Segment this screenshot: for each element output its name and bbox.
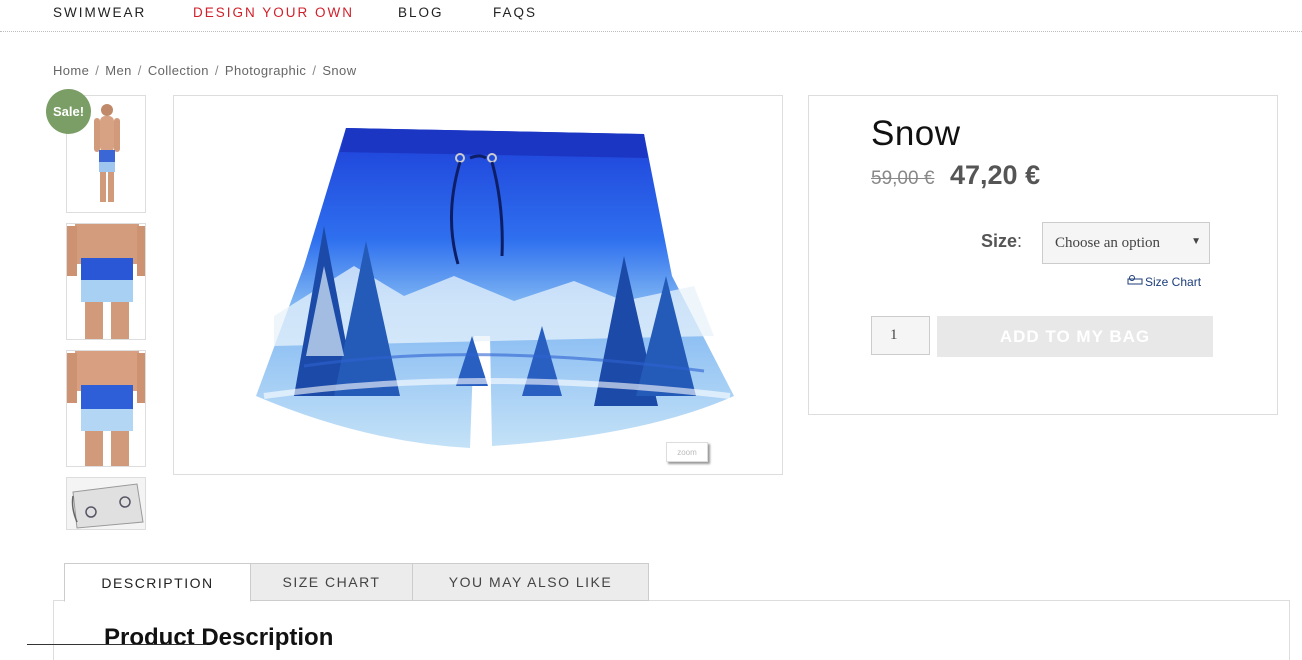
size-label-colon: : <box>1017 231 1023 251</box>
breadcrumb: Home / Men / Collection / Photographic / Snow <box>53 63 356 78</box>
size-label-text: Size <box>981 231 1018 251</box>
top-nav: SWIMWEAR DESIGN YOUR OWN BLOG FAQS <box>0 0 1302 32</box>
breadcrumb-separator: / <box>95 63 100 78</box>
breadcrumb-home[interactable]: Home <box>53 63 89 78</box>
breadcrumb-photographic[interactable]: Photographic <box>225 63 306 78</box>
quantity-input[interactable]: 1 <box>871 316 930 355</box>
model-image <box>67 224 145 339</box>
size-select-value: Choose an option <box>1055 234 1160 251</box>
zoom-button[interactable]: zoom <box>666 442 708 462</box>
size-chart-link[interactable]: Size Chart <box>1127 274 1201 289</box>
swim-shorts-image <box>256 128 734 448</box>
tab-description[interactable]: DESCRIPTION <box>64 563 251 602</box>
nav-swimwear[interactable]: SWIMWEAR <box>53 5 146 20</box>
breadcrumb-men[interactable]: Men <box>105 63 132 78</box>
panel-heading: Product Description <box>104 624 334 651</box>
nav-faqs[interactable]: FAQS <box>493 5 537 20</box>
sale-price: 47,20 € <box>950 160 1041 190</box>
dropdown-arrow-icon: ▼ <box>1191 236 1201 247</box>
thumbnail-model-back-crop[interactable] <box>66 350 146 467</box>
product-title: Snow <box>871 114 961 153</box>
tab-size-chart[interactable]: SIZE CHART <box>250 563 413 601</box>
sale-badge: Sale! <box>46 89 91 134</box>
breadcrumb-separator: / <box>214 63 219 78</box>
size-chart-icon <box>1127 274 1143 289</box>
bag-image <box>67 478 145 529</box>
breadcrumb-collection[interactable]: Collection <box>148 63 209 78</box>
breadcrumb-current: Snow <box>322 63 357 78</box>
thumbnail-bag[interactable] <box>66 477 146 530</box>
thumbnail-model-front-crop[interactable] <box>66 223 146 340</box>
nav-blog[interactable]: BLOG <box>398 5 444 20</box>
model-image <box>67 351 145 466</box>
breadcrumb-separator: / <box>137 63 142 78</box>
size-select[interactable]: Choose an option ▼ <box>1042 222 1210 264</box>
size-chart-label: Size Chart <box>1145 274 1202 289</box>
nav-design-your-own[interactable]: DESIGN YOUR OWN <box>193 5 354 20</box>
product-summary: Snow 59,00 € 47,20 € Size: Choose an opt… <box>808 95 1278 415</box>
add-to-bag-button[interactable]: ADD TO MY BAG <box>937 316 1213 357</box>
size-label: Size: <box>981 231 1022 252</box>
breadcrumb-separator: / <box>312 63 317 78</box>
tab-you-may-also-like[interactable]: YOU MAY ALSO LIKE <box>412 563 649 601</box>
old-price: 59,00 € <box>871 168 935 189</box>
main-product-image[interactable]: zoom <box>173 95 783 475</box>
